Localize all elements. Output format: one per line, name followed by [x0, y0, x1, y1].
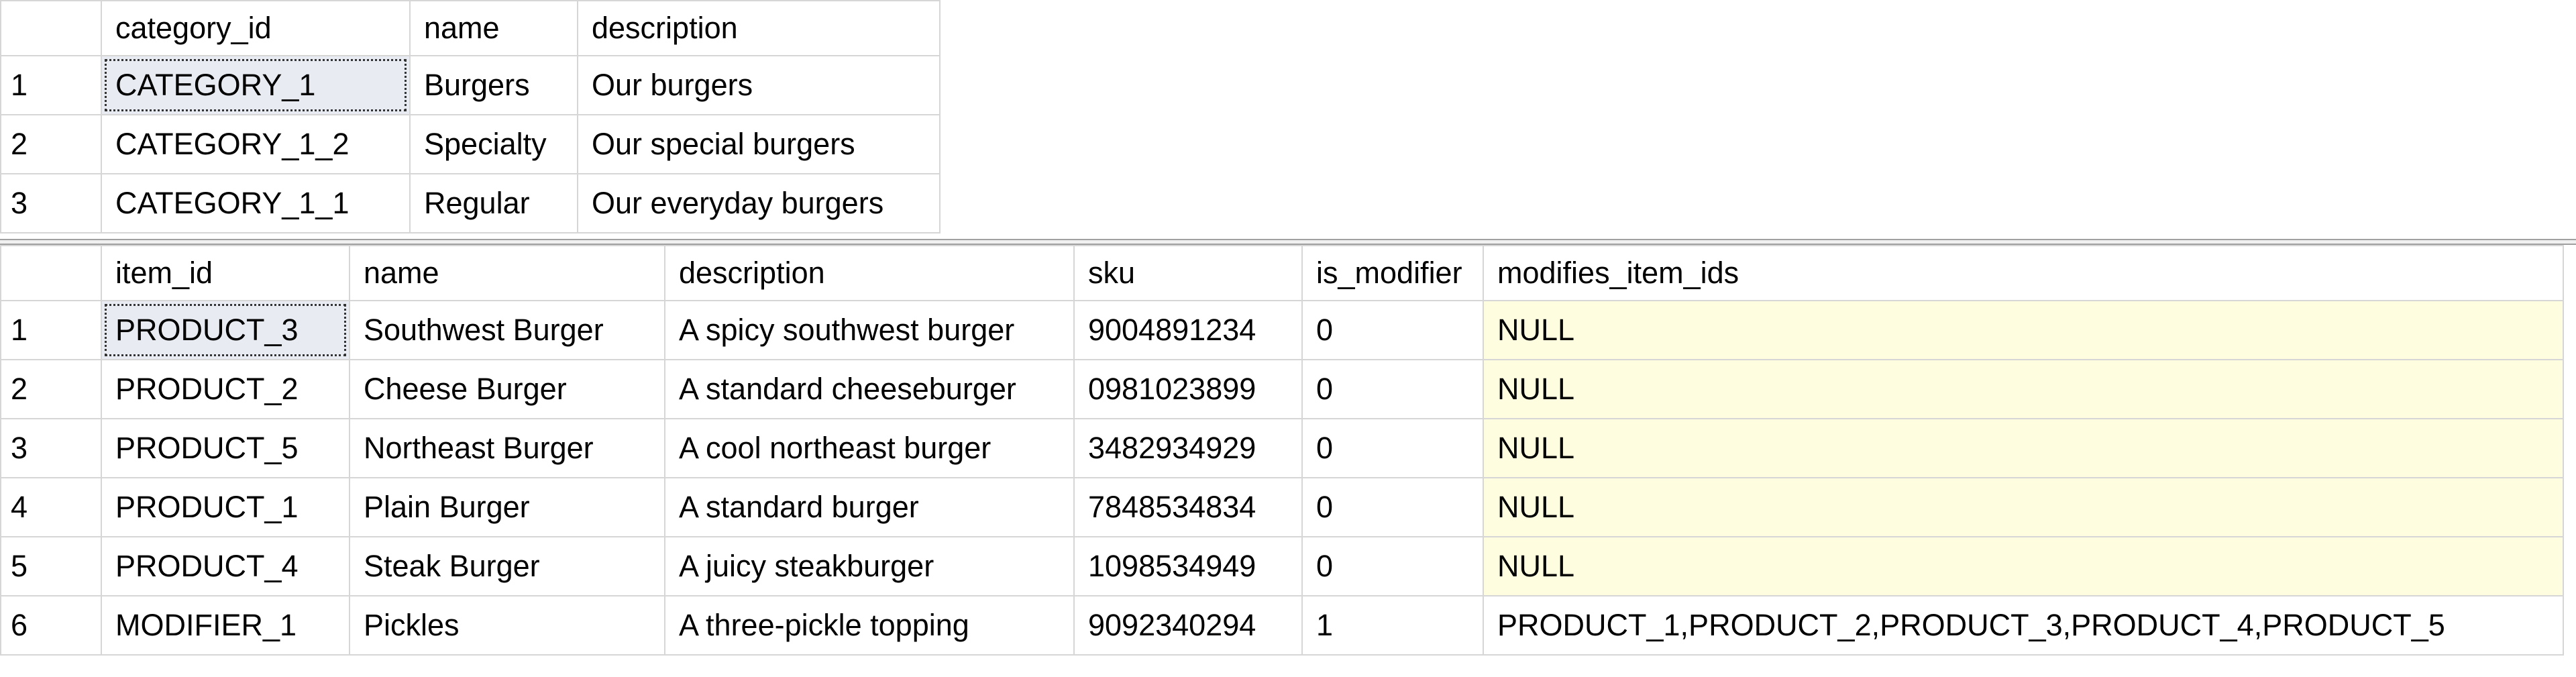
cell-item-id[interactable]: PRODUCT_5 [101, 418, 350, 478]
table-row[interactable]: 1 PRODUCT_3 Southwest Burger A spicy sou… [0, 300, 2564, 360]
cell-description[interactable]: A three-pickle topping [664, 595, 1075, 656]
cell-name[interactable]: Southwest Burger [349, 300, 665, 360]
cell-is-modifier[interactable]: 0 [1301, 300, 1484, 360]
cell-description[interactable]: Our everyday burgers [577, 173, 941, 233]
cell-is-modifier[interactable]: 0 [1301, 359, 1484, 419]
cell-name[interactable]: Cheese Burger [349, 359, 665, 419]
cell-category-id[interactable]: CATEGORY_1_2 [101, 114, 411, 174]
cell-description[interactable]: A spicy southwest burger [664, 300, 1075, 360]
cell-name[interactable]: Pickles [349, 595, 665, 656]
categories-results-pane: category_id name description 1 CATEGORY_… [0, 0, 2576, 239]
table-row[interactable]: 3 CATEGORY_1_1 Regular Our everyday burg… [0, 173, 941, 233]
row-number[interactable]: 4 [0, 477, 102, 537]
header-row: category_id name description [0, 0, 941, 56]
cell-name[interactable]: Specialty [409, 114, 578, 174]
column-header-description[interactable]: description [664, 245, 1075, 301]
row-number[interactable]: 1 [0, 300, 102, 360]
cell-sku[interactable]: 7848534834 [1073, 477, 1303, 537]
row-number[interactable]: 6 [0, 595, 102, 656]
cell-modifies-item-ids[interactable]: NULL [1483, 477, 2564, 537]
column-header-modifies-item-ids[interactable]: modifies_item_ids [1483, 245, 2564, 301]
table-row[interactable]: 3 PRODUCT_5 Northeast Burger A cool nort… [0, 418, 2564, 478]
cell-modifies-item-ids[interactable]: NULL [1483, 300, 2564, 360]
cell-sku[interactable]: 9092340294 [1073, 595, 1303, 656]
column-header-category-id[interactable]: category_id [101, 0, 411, 56]
cell-name[interactable]: Regular [409, 173, 578, 233]
cell-item-id[interactable]: PRODUCT_2 [101, 359, 350, 419]
cell-modifies-item-ids[interactable]: PRODUCT_1,PRODUCT_2,PRODUCT_3,PRODUCT_4,… [1483, 595, 2564, 656]
column-header-sku[interactable]: sku [1073, 245, 1303, 301]
table-row[interactable]: 1 CATEGORY_1 Burgers Our burgers [0, 55, 941, 115]
column-header-description[interactable]: description [577, 0, 941, 56]
row-number[interactable]: 1 [0, 55, 102, 115]
row-number[interactable]: 2 [0, 114, 102, 174]
cell-sku[interactable]: 9004891234 [1073, 300, 1303, 360]
cell-name[interactable]: Burgers [409, 55, 578, 115]
cell-item-id[interactable]: PRODUCT_3 [101, 300, 350, 360]
cell-modifies-item-ids[interactable]: NULL [1483, 359, 2564, 419]
cell-item-id[interactable]: MODIFIER_1 [101, 595, 350, 656]
cell-category-id[interactable]: CATEGORY_1 [101, 55, 411, 115]
table-row[interactable]: 4 PRODUCT_1 Plain Burger A standard burg… [0, 477, 2564, 537]
row-number[interactable]: 5 [0, 536, 102, 596]
row-number[interactable]: 3 [0, 418, 102, 478]
header-row: item_id name description sku is_modifier… [0, 245, 2564, 301]
cell-item-id[interactable]: PRODUCT_1 [101, 477, 350, 537]
column-header-is-modifier[interactable]: is_modifier [1301, 245, 1484, 301]
cell-category-id[interactable]: CATEGORY_1_1 [101, 173, 411, 233]
cell-description[interactable]: A standard cheeseburger [664, 359, 1075, 419]
categories-results-grid: category_id name description 1 CATEGORY_… [0, 0, 941, 233]
cell-description[interactable]: A juicy steakburger [664, 536, 1075, 596]
column-header-name[interactable]: name [409, 0, 578, 56]
table-row[interactable]: 2 PRODUCT_2 Cheese Burger A standard che… [0, 359, 2564, 419]
table-row[interactable]: 5 PRODUCT_4 Steak Burger A juicy steakbu… [0, 536, 2564, 596]
cell-is-modifier[interactable]: 0 [1301, 536, 1484, 596]
cell-name[interactable]: Plain Burger [349, 477, 665, 537]
cell-sku[interactable]: 0981023899 [1073, 359, 1303, 419]
cell-description[interactable]: Our special burgers [577, 114, 941, 174]
cell-is-modifier[interactable]: 1 [1301, 595, 1484, 656]
results-pane-splitter[interactable] [0, 239, 2576, 245]
cell-is-modifier[interactable]: 0 [1301, 418, 1484, 478]
cell-item-id[interactable]: PRODUCT_4 [101, 536, 350, 596]
cell-description[interactable]: A cool northeast burger [664, 418, 1075, 478]
table-row[interactable]: 2 CATEGORY_1_2 Specialty Our special bur… [0, 114, 941, 174]
cell-name[interactable]: Northeast Burger [349, 418, 665, 478]
cell-description[interactable]: Our burgers [577, 55, 941, 115]
cell-sku[interactable]: 1098534949 [1073, 536, 1303, 596]
cell-description[interactable]: A standard burger [664, 477, 1075, 537]
items-results-pane: item_id name description sku is_modifier… [0, 245, 2576, 677]
row-number-header[interactable] [0, 245, 102, 301]
row-number-header[interactable] [0, 0, 102, 56]
cell-modifies-item-ids[interactable]: NULL [1483, 536, 2564, 596]
row-number[interactable]: 3 [0, 173, 102, 233]
column-header-item-id[interactable]: item_id [101, 245, 350, 301]
cell-modifies-item-ids[interactable]: NULL [1483, 418, 2564, 478]
column-header-name[interactable]: name [349, 245, 665, 301]
items-results-grid: item_id name description sku is_modifier… [0, 245, 2564, 656]
table-row[interactable]: 6 MODIFIER_1 Pickles A three-pickle topp… [0, 595, 2564, 656]
row-number[interactable]: 2 [0, 359, 102, 419]
cell-name[interactable]: Steak Burger [349, 536, 665, 596]
cell-is-modifier[interactable]: 0 [1301, 477, 1484, 537]
cell-sku[interactable]: 3482934929 [1073, 418, 1303, 478]
